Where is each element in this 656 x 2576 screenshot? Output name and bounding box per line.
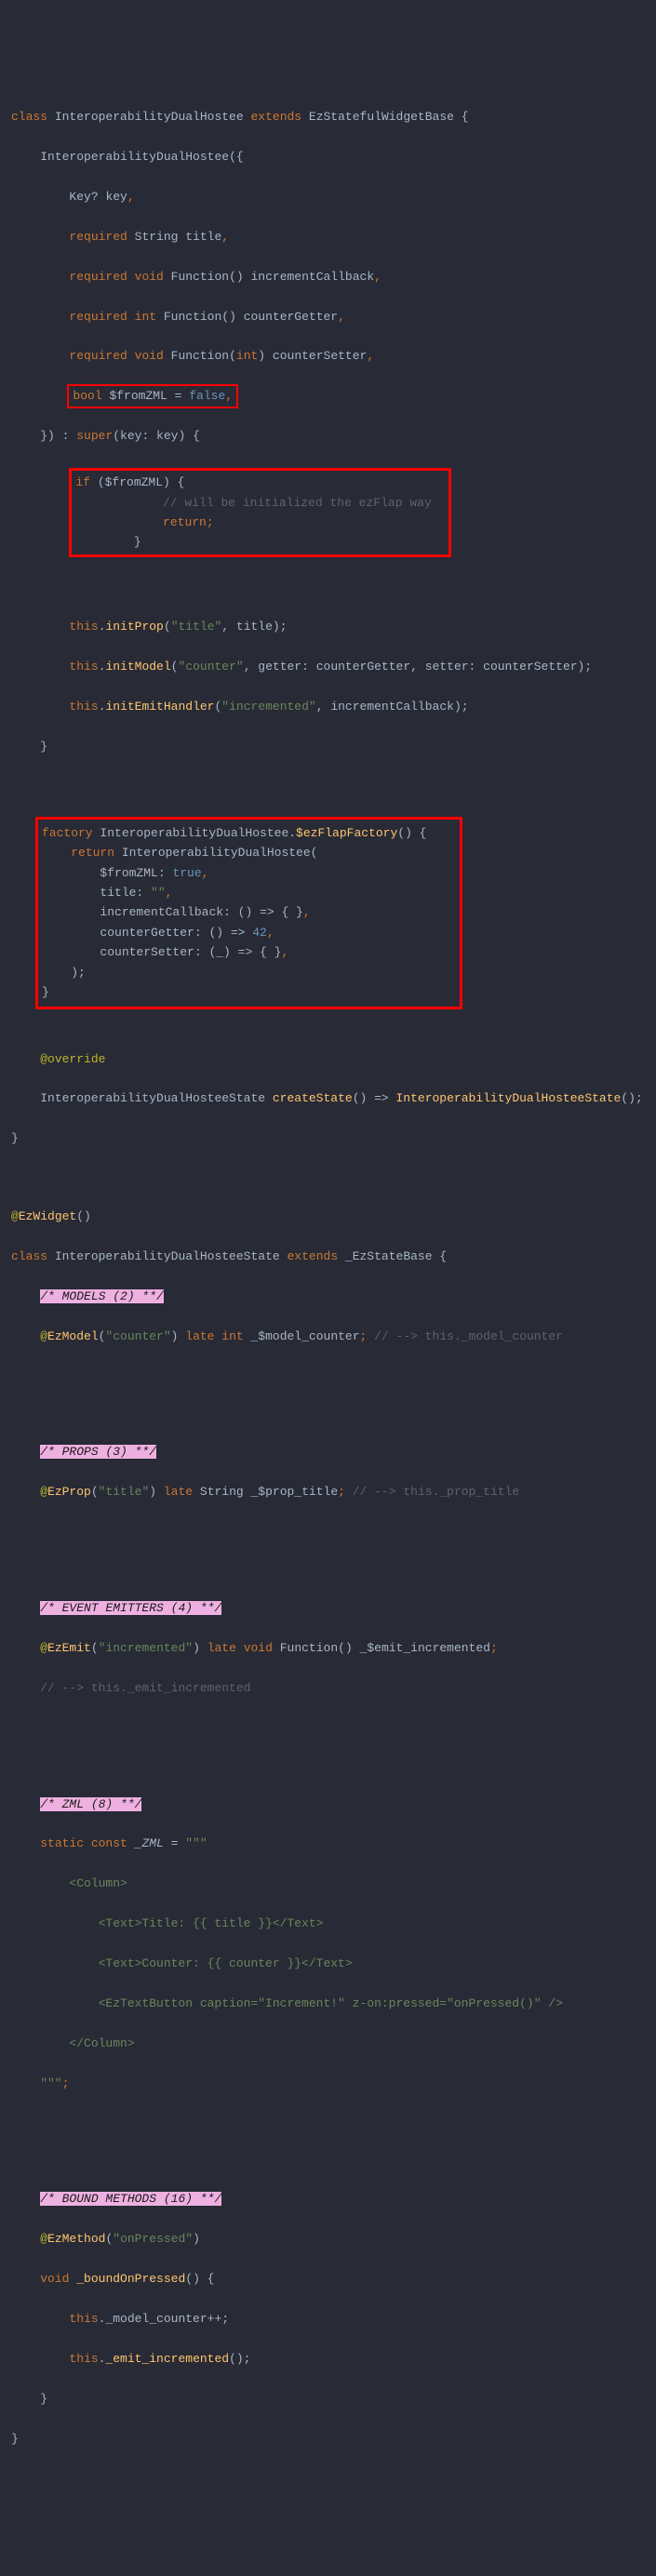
method-initmodel: initModel <box>105 660 170 674</box>
class-name: InteroperabilityDualHostee <box>55 110 244 124</box>
zml-text-title: <Text>Title: {{ title }}</Text> <box>11 1916 323 1930</box>
state-class-name: InteroperabilityDualHosteeState <box>55 1249 280 1263</box>
comment: // --> this._model_counter <box>367 1329 563 1343</box>
zml-button: <EzTextButton caption="Increment!" z-on:… <box>11 1996 563 2010</box>
method-initprop: initProp <box>105 620 163 634</box>
annotation-ezemit: EzEmit <box>47 1641 91 1655</box>
method-createstate: createState <box>273 1091 353 1105</box>
section-props: /* PROPS (3) **/ <box>40 1445 156 1459</box>
zml-column-open: <Column> <box>11 1876 127 1890</box>
comment: // --> this._emit_incremented <box>40 1681 250 1695</box>
method-boundonpressed: _boundOnPressed <box>76 2272 185 2286</box>
base-class: EzStatefulWidgetBase <box>309 110 454 124</box>
zml-column-close: </Column> <box>11 2036 135 2050</box>
section-bound-methods: /* BOUND METHODS (16) **/ <box>40 2192 221 2206</box>
method-initemit: initEmitHandler <box>105 700 214 714</box>
zml-text-counter: <Text>Counter: {{ counter }}</Text> <box>11 1956 353 1970</box>
highlight-fromzml-param: bool $fromZML = false, <box>69 386 236 406</box>
annotation-override: @override <box>40 1052 105 1066</box>
code-block: class InteroperabilityDualHostee extends… <box>11 87 645 2469</box>
section-zml: /* ZML (8) **/ <box>40 1797 141 1811</box>
annotation-ezmethod: EzMethod <box>47 2232 105 2246</box>
keyword-class: class <box>11 110 47 124</box>
factory-method: $ezFlapFactory <box>296 826 397 840</box>
constructor-name: InteroperabilityDualHostee <box>40 150 229 164</box>
section-models: /* MODELS (2) **/ <box>40 1289 164 1303</box>
highlight-fromzml-check: if ($fromZML) { // will be initialized t… <box>11 466 645 559</box>
annotation-ezwidget: EzWidget <box>19 1209 76 1223</box>
comment: // --> this._prop_title <box>345 1485 519 1499</box>
keyword-required: required <box>69 230 127 244</box>
annotation-ezmodel: EzModel <box>47 1329 99 1343</box>
annotation-ezprop: EzProp <box>47 1485 91 1499</box>
keyword-super: super <box>76 429 113 443</box>
section-emitters: /* EVENT EMITTERS (4) **/ <box>40 1601 221 1615</box>
keyword-factory: factory <box>42 826 93 840</box>
comment: // will be initialized the ezFlap way <box>163 496 432 510</box>
keyword-extends: extends <box>250 110 301 124</box>
highlight-factory-block: factory InteroperabilityDualHostee.$ezFl… <box>11 985 462 999</box>
